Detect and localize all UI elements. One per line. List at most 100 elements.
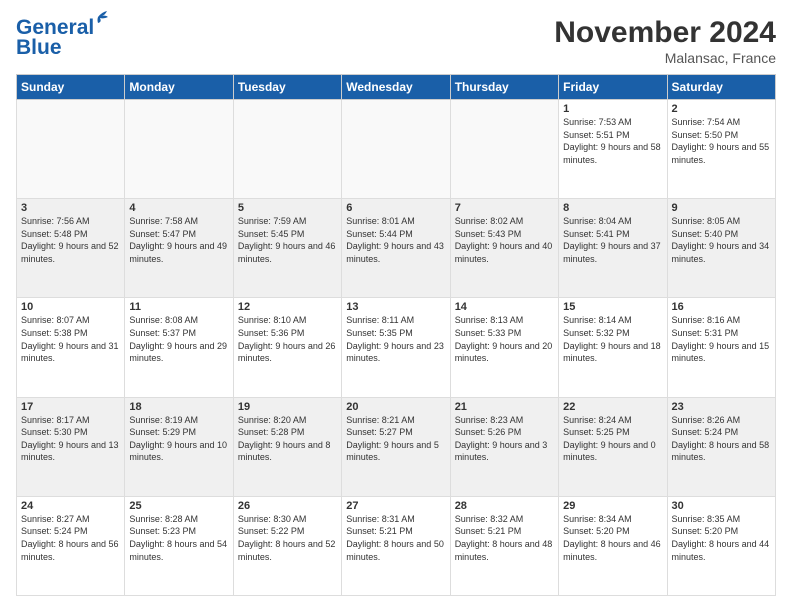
calendar-week-row: 17Sunrise: 8:17 AMSunset: 5:30 PMDayligh… [17,397,776,496]
day-info: Sunrise: 8:21 AMSunset: 5:27 PMDaylight:… [346,414,445,464]
logo: General Blue [16,16,94,60]
day-number: 5 [238,202,337,214]
table-row: 11Sunrise: 8:08 AMSunset: 5:37 PMDayligh… [125,298,233,397]
day-number: 7 [455,202,554,214]
calendar-week-row: 10Sunrise: 8:07 AMSunset: 5:38 PMDayligh… [17,298,776,397]
day-number: 8 [563,202,662,214]
table-row: 26Sunrise: 8:30 AMSunset: 5:22 PMDayligh… [233,496,341,595]
month-title: November 2024 [554,16,776,50]
table-row: 3Sunrise: 7:56 AMSunset: 5:48 PMDaylight… [17,199,125,298]
table-row: 5Sunrise: 7:59 AMSunset: 5:45 PMDaylight… [233,199,341,298]
table-row: 29Sunrise: 8:34 AMSunset: 5:20 PMDayligh… [559,496,667,595]
day-info: Sunrise: 8:08 AMSunset: 5:37 PMDaylight:… [129,314,228,364]
day-info: Sunrise: 8:27 AMSunset: 5:24 PMDaylight:… [21,513,120,563]
day-number: 21 [455,401,554,413]
table-row: 25Sunrise: 8:28 AMSunset: 5:23 PMDayligh… [125,496,233,595]
day-number: 29 [563,500,662,512]
day-info: Sunrise: 8:30 AMSunset: 5:22 PMDaylight:… [238,513,337,563]
day-number: 19 [238,401,337,413]
day-number: 18 [129,401,228,413]
day-number: 20 [346,401,445,413]
table-row: 4Sunrise: 7:58 AMSunset: 5:47 PMDaylight… [125,199,233,298]
title-block: November 2024 Malansac, France [554,16,776,66]
day-number: 15 [563,301,662,313]
table-row: 2Sunrise: 7:54 AMSunset: 5:50 PMDaylight… [667,100,775,199]
day-info: Sunrise: 8:26 AMSunset: 5:24 PMDaylight:… [672,414,771,464]
day-number: 3 [21,202,120,214]
table-row: 30Sunrise: 8:35 AMSunset: 5:20 PMDayligh… [667,496,775,595]
day-info: Sunrise: 8:23 AMSunset: 5:26 PMDaylight:… [455,414,554,464]
day-info: Sunrise: 8:11 AMSunset: 5:35 PMDaylight:… [346,314,445,364]
day-info: Sunrise: 8:19 AMSunset: 5:29 PMDaylight:… [129,414,228,464]
day-info: Sunrise: 8:01 AMSunset: 5:44 PMDaylight:… [346,215,445,265]
day-number: 10 [21,301,120,313]
day-number: 22 [563,401,662,413]
day-number: 11 [129,301,228,313]
day-info: Sunrise: 7:54 AMSunset: 5:50 PMDaylight:… [672,116,771,166]
day-number: 4 [129,202,228,214]
table-row: 20Sunrise: 8:21 AMSunset: 5:27 PMDayligh… [342,397,450,496]
day-info: Sunrise: 8:28 AMSunset: 5:23 PMDaylight:… [129,513,228,563]
day-info: Sunrise: 8:07 AMSunset: 5:38 PMDaylight:… [21,314,120,364]
day-number: 24 [21,500,120,512]
table-row: 7Sunrise: 8:02 AMSunset: 5:43 PMDaylight… [450,199,558,298]
day-number: 25 [129,500,228,512]
table-row: 14Sunrise: 8:13 AMSunset: 5:33 PMDayligh… [450,298,558,397]
calendar-week-row: 24Sunrise: 8:27 AMSunset: 5:24 PMDayligh… [17,496,776,595]
logo-bird-icon [88,10,108,24]
table-row [125,100,233,199]
day-info: Sunrise: 8:34 AMSunset: 5:20 PMDaylight:… [563,513,662,563]
day-number: 1 [563,103,662,115]
day-info: Sunrise: 8:35 AMSunset: 5:20 PMDaylight:… [672,513,771,563]
day-info: Sunrise: 7:53 AMSunset: 5:51 PMDaylight:… [563,116,662,166]
day-info: Sunrise: 7:59 AMSunset: 5:45 PMDaylight:… [238,215,337,265]
table-row: 24Sunrise: 8:27 AMSunset: 5:24 PMDayligh… [17,496,125,595]
table-row: 23Sunrise: 8:26 AMSunset: 5:24 PMDayligh… [667,397,775,496]
table-row: 15Sunrise: 8:14 AMSunset: 5:32 PMDayligh… [559,298,667,397]
day-info: Sunrise: 8:05 AMSunset: 5:40 PMDaylight:… [672,215,771,265]
header-thursday: Thursday [450,75,558,100]
header-saturday: Saturday [667,75,775,100]
day-number: 6 [346,202,445,214]
table-row: 17Sunrise: 8:17 AMSunset: 5:30 PMDayligh… [17,397,125,496]
day-info: Sunrise: 7:58 AMSunset: 5:47 PMDaylight:… [129,215,228,265]
calendar-header-row: Sunday Monday Tuesday Wednesday Thursday… [17,75,776,100]
table-row [233,100,341,199]
day-info: Sunrise: 8:04 AMSunset: 5:41 PMDaylight:… [563,215,662,265]
day-number: 30 [672,500,771,512]
table-row [342,100,450,199]
day-info: Sunrise: 8:16 AMSunset: 5:31 PMDaylight:… [672,314,771,364]
day-info: Sunrise: 8:10 AMSunset: 5:36 PMDaylight:… [238,314,337,364]
table-row [17,100,125,199]
day-number: 26 [238,500,337,512]
day-info: Sunrise: 8:31 AMSunset: 5:21 PMDaylight:… [346,513,445,563]
day-number: 13 [346,301,445,313]
day-number: 2 [672,103,771,115]
table-row: 22Sunrise: 8:24 AMSunset: 5:25 PMDayligh… [559,397,667,496]
header-friday: Friday [559,75,667,100]
header-wednesday: Wednesday [342,75,450,100]
table-row: 13Sunrise: 8:11 AMSunset: 5:35 PMDayligh… [342,298,450,397]
day-info: Sunrise: 8:24 AMSunset: 5:25 PMDaylight:… [563,414,662,464]
table-row: 28Sunrise: 8:32 AMSunset: 5:21 PMDayligh… [450,496,558,595]
day-info: Sunrise: 8:14 AMSunset: 5:32 PMDaylight:… [563,314,662,364]
header-tuesday: Tuesday [233,75,341,100]
table-row [450,100,558,199]
calendar: Sunday Monday Tuesday Wednesday Thursday… [16,74,776,596]
day-number: 14 [455,301,554,313]
day-number: 16 [672,301,771,313]
day-info: Sunrise: 8:32 AMSunset: 5:21 PMDaylight:… [455,513,554,563]
table-row: 9Sunrise: 8:05 AMSunset: 5:40 PMDaylight… [667,199,775,298]
day-number: 17 [21,401,120,413]
header-sunday: Sunday [17,75,125,100]
table-row: 19Sunrise: 8:20 AMSunset: 5:28 PMDayligh… [233,397,341,496]
day-number: 28 [455,500,554,512]
header-monday: Monday [125,75,233,100]
table-row: 27Sunrise: 8:31 AMSunset: 5:21 PMDayligh… [342,496,450,595]
day-number: 27 [346,500,445,512]
day-info: Sunrise: 7:56 AMSunset: 5:48 PMDaylight:… [21,215,120,265]
table-row: 6Sunrise: 8:01 AMSunset: 5:44 PMDaylight… [342,199,450,298]
table-row: 21Sunrise: 8:23 AMSunset: 5:26 PMDayligh… [450,397,558,496]
day-number: 23 [672,401,771,413]
day-number: 12 [238,301,337,313]
